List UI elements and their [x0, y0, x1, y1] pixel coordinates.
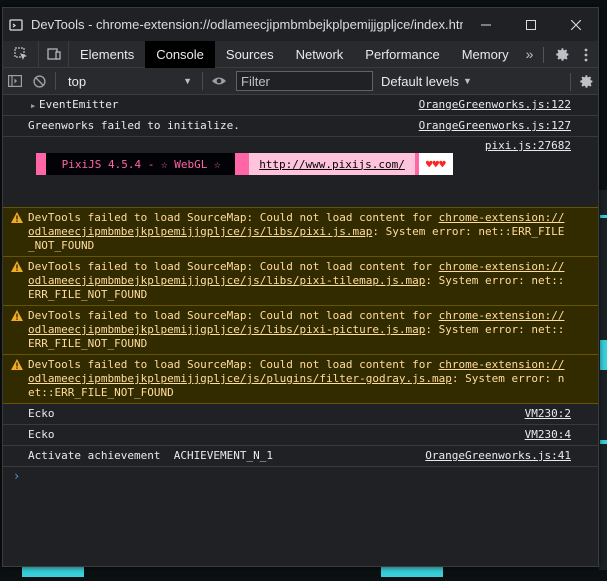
tab-sources[interactable]: Sources: [215, 41, 285, 68]
console-message: Ecko VM230:2: [3, 404, 598, 425]
warning-text: DevTools failed to load SourceMap: Could…: [28, 260, 439, 273]
maximize-button[interactable]: [508, 8, 553, 41]
source-link[interactable]: VM230:2: [525, 407, 571, 421]
console-message: Activate achievement ACHIEVEMENT_N_1 Ora…: [3, 446, 598, 467]
warning-text: DevTools failed to load SourceMap: Could…: [28, 358, 439, 371]
background-artifact: [600, 215, 607, 218]
warning-message: DevTools failed to load SourceMap: Could…: [3, 207, 598, 257]
devtools-logo-icon: [8, 17, 24, 33]
filter-input[interactable]: [236, 71, 373, 91]
console-message: Greenworks failed to initialize. OrangeG…: [3, 116, 598, 137]
panel-tab-bar: Elements Console Sources Network Perform…: [3, 40, 598, 68]
warning-triangle-icon: [11, 310, 23, 321]
background-panel: [599, 190, 607, 570]
clear-console-icon[interactable]: [27, 68, 51, 95]
tab-network[interactable]: Network: [285, 41, 355, 68]
inspect-element-button[interactable]: [3, 40, 39, 68]
tab-memory[interactable]: Memory: [451, 41, 520, 68]
divider: [55, 72, 56, 90]
console-message[interactable]: ▶ EventEmitter OrangeGreenworks.js:122: [3, 95, 598, 116]
warning-message: DevTools failed to load SourceMap: Could…: [3, 305, 598, 355]
warning-triangle-icon: [11, 212, 23, 223]
device-toolbar-button[interactable]: [39, 40, 69, 68]
console-message: Ecko VM230:4: [3, 425, 598, 446]
message-text: EventEmitter: [39, 98, 119, 111]
live-expression-eye-icon[interactable]: [207, 68, 231, 95]
banner-stripe: [235, 153, 250, 175]
warning-text: DevTools failed to load SourceMap: Could…: [28, 211, 439, 224]
divider: [543, 46, 544, 63]
hearts-text: ♥♥♥: [418, 153, 453, 175]
pixi-banner-message: pixi.js:27682 PixiJS 4.5.4 - ☆ WebGL ☆ h…: [3, 137, 598, 208]
pixi-version-text: PixiJS 4.5.4 - ☆ WebGL ☆: [46, 153, 236, 175]
banner-stripe: [36, 153, 46, 175]
console-prompt[interactable]: ›: [3, 467, 598, 483]
tab-console[interactable]: Console: [145, 40, 215, 68]
dropdown-arrow-icon: ▼: [463, 76, 472, 86]
pixi-banner: PixiJS 4.5.4 - ☆ WebGL ☆ http://www.pixi…: [36, 153, 453, 175]
warning-message: DevTools failed to load SourceMap: Could…: [3, 354, 598, 404]
minimize-button[interactable]: [463, 8, 508, 41]
warning-message: DevTools failed to load SourceMap: Could…: [3, 256, 598, 306]
expand-triangle-icon[interactable]: ▶: [31, 102, 35, 110]
pixi-url-link[interactable]: http://www.pixijs.com/: [249, 153, 415, 175]
log-levels-dropdown[interactable]: Default levels ▼: [381, 74, 472, 89]
dropdown-arrow-icon: ▼: [183, 76, 192, 86]
message-text: Ecko: [28, 428, 55, 441]
console-messages: ▶ EventEmitter OrangeGreenworks.js:122 G…: [3, 95, 598, 483]
divider: [570, 72, 571, 91]
close-button[interactable]: [553, 8, 598, 41]
background-artifact: [600, 340, 607, 370]
console-toolbar: top ▼ Default levels ▼: [3, 68, 598, 95]
source-link[interactable]: OrangeGreenworks.js:41: [425, 449, 571, 463]
background-artifact: [22, 567, 84, 577]
title-bar: DevTools - chrome-extension://odlameecji…: [3, 8, 598, 41]
divider: [202, 72, 203, 90]
tab-elements[interactable]: Elements: [69, 41, 145, 68]
prompt-chevron-icon: ›: [13, 469, 21, 483]
source-link[interactable]: VM230:4: [525, 428, 571, 442]
more-options-icon[interactable]: [574, 41, 598, 68]
log-levels-label: Default levels: [381, 73, 460, 89]
message-text: Activate achievement ACHIEVEMENT_N_1: [28, 449, 274, 462]
tab-performance[interactable]: Performance: [354, 41, 450, 68]
settings-gear-icon[interactable]: [550, 41, 574, 68]
context-selector[interactable]: top ▼: [60, 74, 198, 89]
warning-text: DevTools failed to load SourceMap: Could…: [28, 309, 439, 322]
context-value: top: [68, 73, 87, 89]
source-link[interactable]: OrangeGreenworks.js:122: [419, 98, 571, 112]
show-sidebar-icon[interactable]: [3, 68, 27, 95]
source-link[interactable]: pixi.js:27682: [485, 139, 571, 152]
source-link[interactable]: OrangeGreenworks.js:127: [419, 119, 571, 133]
console-settings-icon[interactable]: [566, 68, 594, 95]
message-text: Ecko: [28, 407, 55, 420]
background-artifact: [600, 440, 607, 444]
background-artifact: [381, 567, 443, 577]
message-text: Greenworks failed to initialize.: [28, 119, 240, 132]
warning-triangle-icon: [11, 261, 23, 272]
warning-triangle-icon: [11, 359, 23, 370]
window-title: DevTools - chrome-extension://odlameecji…: [31, 17, 463, 32]
devtools-window: DevTools - chrome-extension://odlameecji…: [2, 7, 599, 567]
